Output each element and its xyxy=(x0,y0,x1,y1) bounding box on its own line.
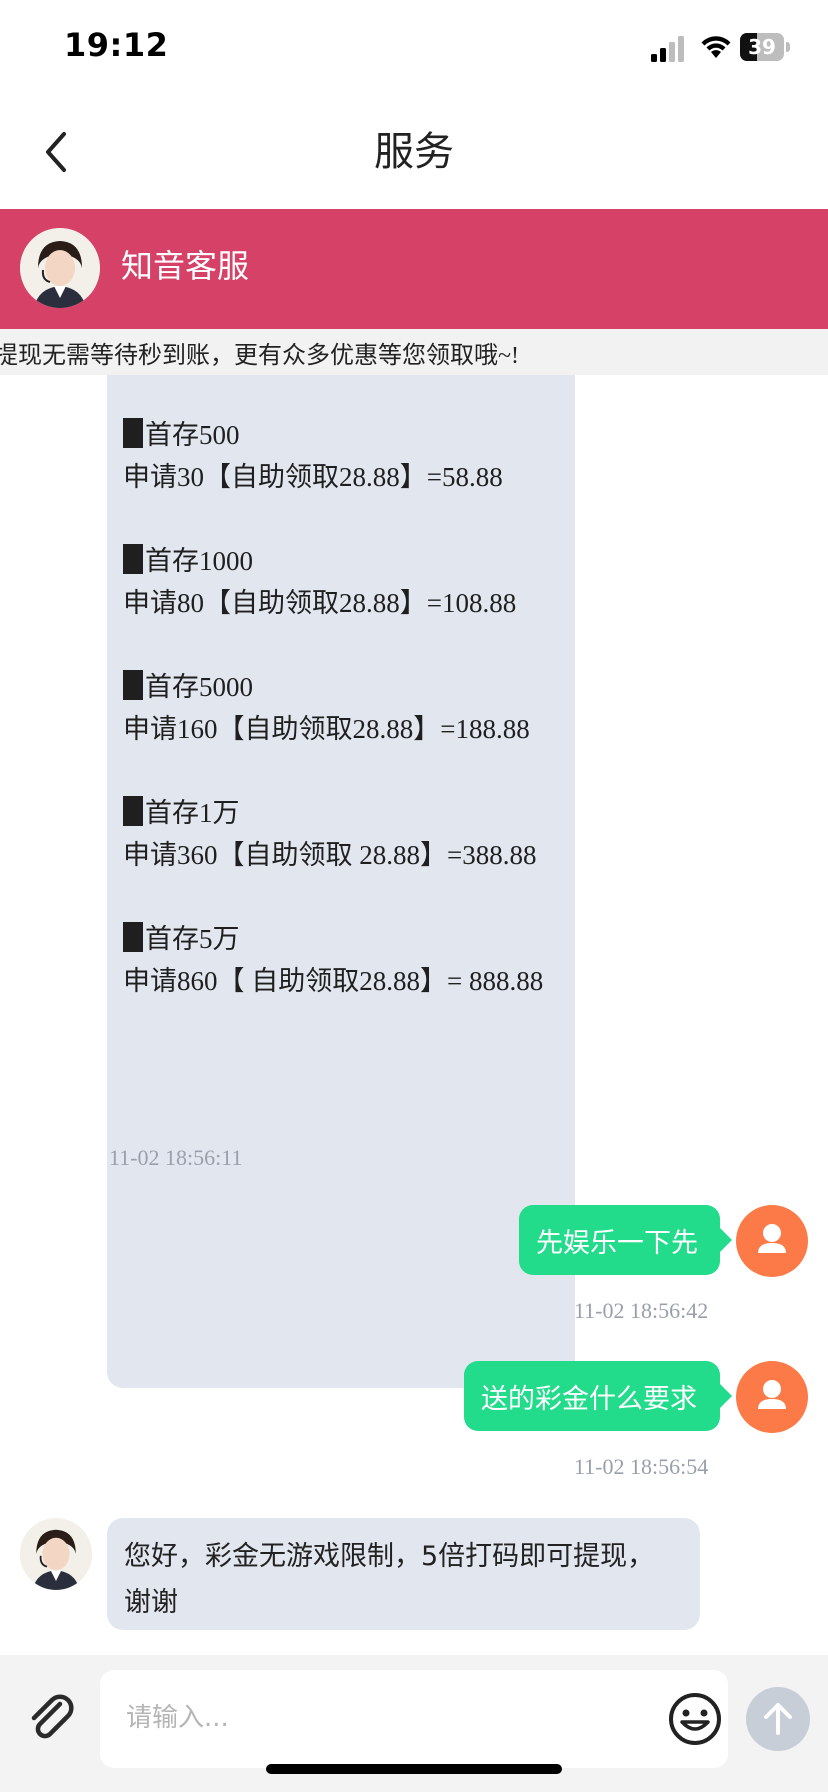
signal-icon xyxy=(651,36,684,62)
incoming-message-bubble: 您好，彩金无游戏限制，5倍打码即可提现， 谢谢 xyxy=(107,1518,700,1630)
paperclip-icon[interactable] xyxy=(24,1690,80,1746)
message-input-box[interactable] xyxy=(100,1670,728,1768)
outgoing-message-bubble: 送的彩金什么要求 xyxy=(464,1361,720,1431)
offer-head: 首存5000 xyxy=(123,665,253,704)
outgoing-message-text: 先娱乐一下先 xyxy=(536,1228,698,1259)
chat-area[interactable]: 申请20【自助领取 8.88】=28.88 首存500 申请30【自助领取28.… xyxy=(0,375,828,1655)
offer-detail: 申请30【自助领取28.88】=58.88 xyxy=(123,462,503,492)
agent-avatar xyxy=(20,228,100,308)
outgoing-message-text: 送的彩金什么要求 xyxy=(481,1384,697,1415)
wifi-icon xyxy=(701,36,731,58)
user-icon xyxy=(758,1380,786,1409)
incoming-message-bubble: 申请20【自助领取 8.88】=28.88 首存500 申请30【自助领取28.… xyxy=(107,375,575,1388)
battery-percent: 39 xyxy=(748,35,776,59)
offer-head: 首存1万 xyxy=(123,791,240,830)
message-timestamp: 11-02 18:56:42 xyxy=(574,1298,709,1323)
notice-text: 提现无需等待秒到账，更有众多优惠等您领取哦~! xyxy=(0,343,519,369)
send-arrow-icon xyxy=(764,1703,792,1735)
offer-head: 首存500 xyxy=(123,413,240,452)
user-avatar xyxy=(736,1361,808,1433)
emoji-icon[interactable] xyxy=(666,1690,724,1748)
user-icon xyxy=(758,1224,786,1253)
bubble-tail xyxy=(720,1384,732,1408)
user-avatar xyxy=(736,1205,808,1277)
message-input[interactable] xyxy=(124,1692,568,1744)
home-indicator xyxy=(266,1764,562,1774)
page-title: 服务 xyxy=(374,129,454,175)
offer-detail: 申请360【自助领取 28.88】=388.88 xyxy=(123,840,537,870)
outgoing-message-bubble: 先娱乐一下先 xyxy=(519,1205,720,1275)
incoming-message-text: 您好，彩金无游戏限制，5倍打码即可提现， xyxy=(124,1541,655,1572)
notice-marquee: 提现无需等待秒到账，更有众多优惠等您领取哦~! xyxy=(0,329,828,375)
battery-icon: 39 xyxy=(740,33,790,61)
offer-detail: 申请160【自助领取28.88】=188.88 xyxy=(123,714,530,744)
offer-head: 首存1000 xyxy=(123,539,253,578)
offer-detail: 申请80【自助领取28.88】=108.88 xyxy=(123,588,517,618)
message-timestamp: 11-02 18:56:54 xyxy=(574,1454,709,1479)
status-time: 19:12 xyxy=(64,26,169,64)
send-button[interactable] xyxy=(746,1687,810,1751)
incoming-message-text: 谢谢 xyxy=(124,1587,178,1618)
agent-avatar xyxy=(20,1518,92,1590)
message-timestamp: 11-02 18:56:11 xyxy=(109,1145,243,1170)
offer-detail: 申请860【 自助领取28.88】= 888.88 xyxy=(123,966,544,996)
bubble-tail xyxy=(720,1228,732,1252)
agent-name: 知音客服 xyxy=(121,247,250,285)
offer-head: 首存5万 xyxy=(123,917,240,956)
